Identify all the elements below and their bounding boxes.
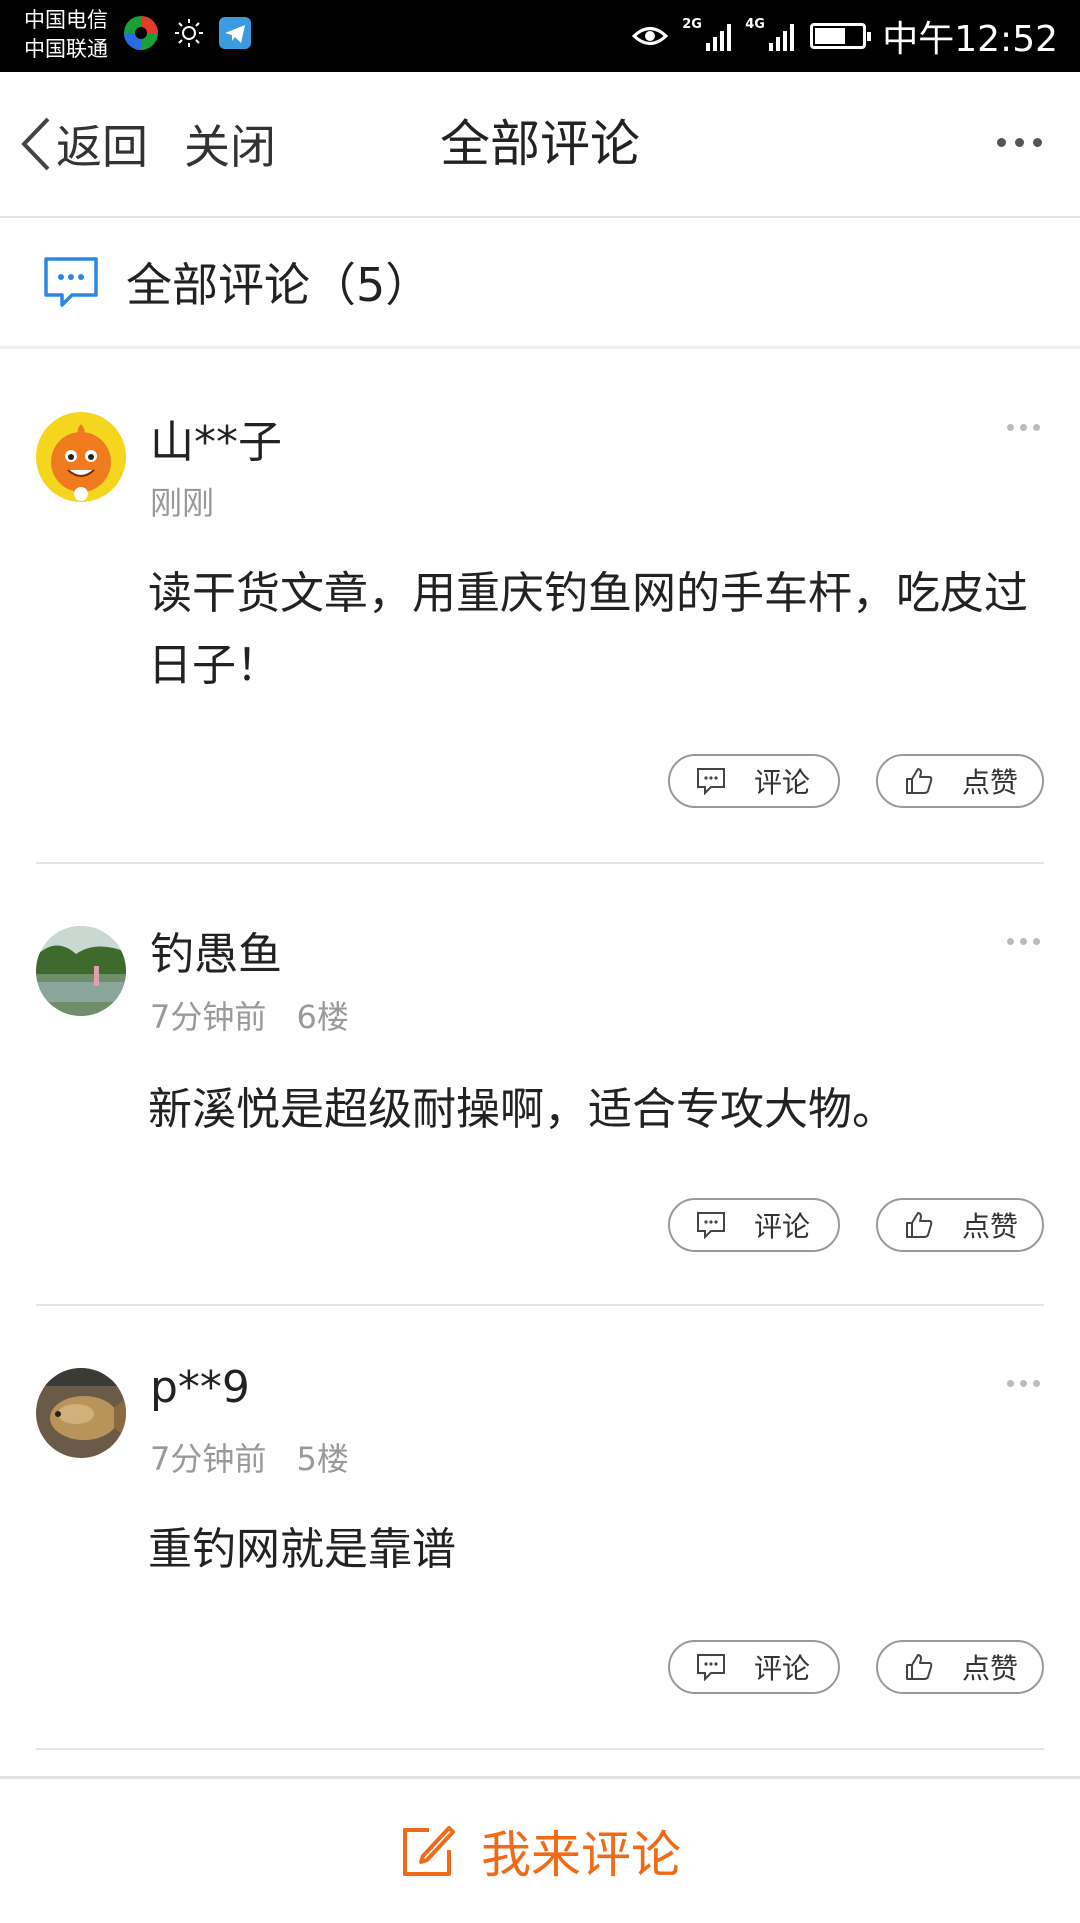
close-button[interactable]: 关闭	[184, 72, 276, 216]
page-title: 全部评论	[440, 115, 640, 173]
comment-content: 重钓网就是靠谱	[148, 1524, 456, 1575]
reply-button[interactable]: 评论	[668, 1640, 840, 1694]
comment-icon	[697, 1654, 725, 1681]
thumbs-up-icon	[906, 1212, 933, 1238]
comment-meta: 刚刚	[150, 478, 214, 524]
carrier-info: 中国电信 中国联通	[24, 6, 108, 64]
reply-label: 评论	[754, 766, 811, 799]
comment-floor: 6楼	[296, 998, 349, 1036]
comment-icon	[697, 768, 725, 795]
dot-icon	[1020, 938, 1027, 945]
battery-level	[815, 28, 846, 44]
dot-icon	[1020, 424, 1027, 431]
comment-bubble-icon	[44, 257, 98, 307]
comment-more-button[interactable]	[1007, 424, 1040, 431]
comment-meta: 7分钟前 6楼	[150, 992, 349, 1038]
carrier-2: 中国联通	[24, 37, 108, 61]
write-comment-button[interactable]: 我来评论	[0, 1776, 1080, 1923]
brightness-icon	[175, 19, 203, 47]
status-bar: 中国电信 中国联通 2G 4G 中午12:52	[0, 0, 1080, 72]
like-label: 点赞	[962, 1652, 1019, 1685]
reply-label: 评论	[754, 1210, 811, 1243]
divider	[36, 1748, 1044, 1750]
divider	[36, 862, 1044, 864]
dot-icon	[1007, 1380, 1014, 1387]
like-label: 点赞	[962, 766, 1019, 799]
network-type-1: 2G	[682, 17, 702, 32]
fish-avatar-icon	[36, 1368, 126, 1458]
dot-icon	[1033, 424, 1040, 431]
comment-more-button[interactable]	[1007, 938, 1040, 945]
like-button[interactable]: 点赞	[876, 754, 1044, 808]
dot-icon	[1020, 1380, 1027, 1387]
signal-2g-icon: 2G	[682, 17, 732, 51]
mascot-avatar-icon	[36, 412, 126, 502]
comment-content: 读干货文章，用重庆钓鱼网的手车杆，吃皮过日子！	[148, 568, 1028, 691]
title-bar: 返回 关闭 全部评论	[0, 72, 1080, 218]
comment-author[interactable]: p**9	[150, 1362, 250, 1413]
clock: 中午12:52	[882, 19, 1058, 60]
comment-time: 刚刚	[150, 484, 215, 522]
avatar[interactable]	[36, 1368, 126, 1458]
more-options-button[interactable]	[997, 138, 1042, 147]
carrier-1: 中国电信	[24, 8, 108, 32]
dot-icon	[1015, 138, 1024, 147]
comment-author[interactable]: 钓愚鱼	[150, 918, 282, 982]
avatar[interactable]	[36, 412, 126, 502]
comment-author[interactable]: 山**子	[150, 406, 282, 470]
avatar[interactable]	[36, 926, 126, 1016]
dot-icon	[1033, 1380, 1040, 1387]
battery-icon	[810, 23, 872, 49]
thumbs-up-icon	[906, 1654, 933, 1680]
telegram-icon	[219, 17, 251, 49]
thumbs-up-icon	[906, 768, 933, 794]
chevron-left-icon	[21, 117, 50, 171]
signal-4g-icon: 4G	[745, 17, 795, 51]
dot-icon	[1033, 138, 1042, 147]
dot-icon	[1007, 424, 1014, 431]
divider	[36, 1304, 1044, 1306]
notification-icons	[122, 14, 252, 52]
system-status: 2G 4G 中午12:52	[632, 0, 1058, 72]
back-label: 返回	[56, 120, 148, 174]
dot-icon	[1007, 938, 1014, 945]
landscape-avatar-icon	[36, 926, 126, 1016]
reply-label: 评论	[754, 1652, 811, 1685]
edit-icon	[403, 1826, 455, 1876]
network-type-2: 4G	[745, 17, 765, 32]
like-button[interactable]: 点赞	[876, 1198, 1044, 1252]
comments-count-title: 全部评论（5）	[126, 258, 432, 312]
comment-time: 7分钟前	[150, 998, 267, 1036]
eye-comfort-icon	[632, 27, 669, 45]
write-comment-label: 我来评论	[481, 1826, 681, 1884]
like-button[interactable]: 点赞	[876, 1640, 1044, 1694]
like-label: 点赞	[962, 1210, 1019, 1243]
comment-floor: 5楼	[296, 1440, 349, 1478]
dot-icon	[997, 138, 1006, 147]
comment-time: 7分钟前	[150, 1440, 267, 1478]
back-button[interactable]: 返回	[18, 72, 148, 216]
reply-button[interactable]: 评论	[668, 754, 840, 808]
comment-meta: 7分钟前 5楼	[150, 1434, 349, 1480]
app-logo-icon	[124, 16, 158, 50]
comment-more-button[interactable]	[1007, 1380, 1040, 1387]
dot-icon	[1033, 938, 1040, 945]
reply-button[interactable]: 评论	[668, 1198, 840, 1252]
comment-icon	[697, 1212, 725, 1239]
comments-section-header: 全部评论（5）	[0, 218, 1080, 349]
comment-content: 新溪悦是超级耐操啊，适合专攻大物。	[148, 1084, 896, 1135]
